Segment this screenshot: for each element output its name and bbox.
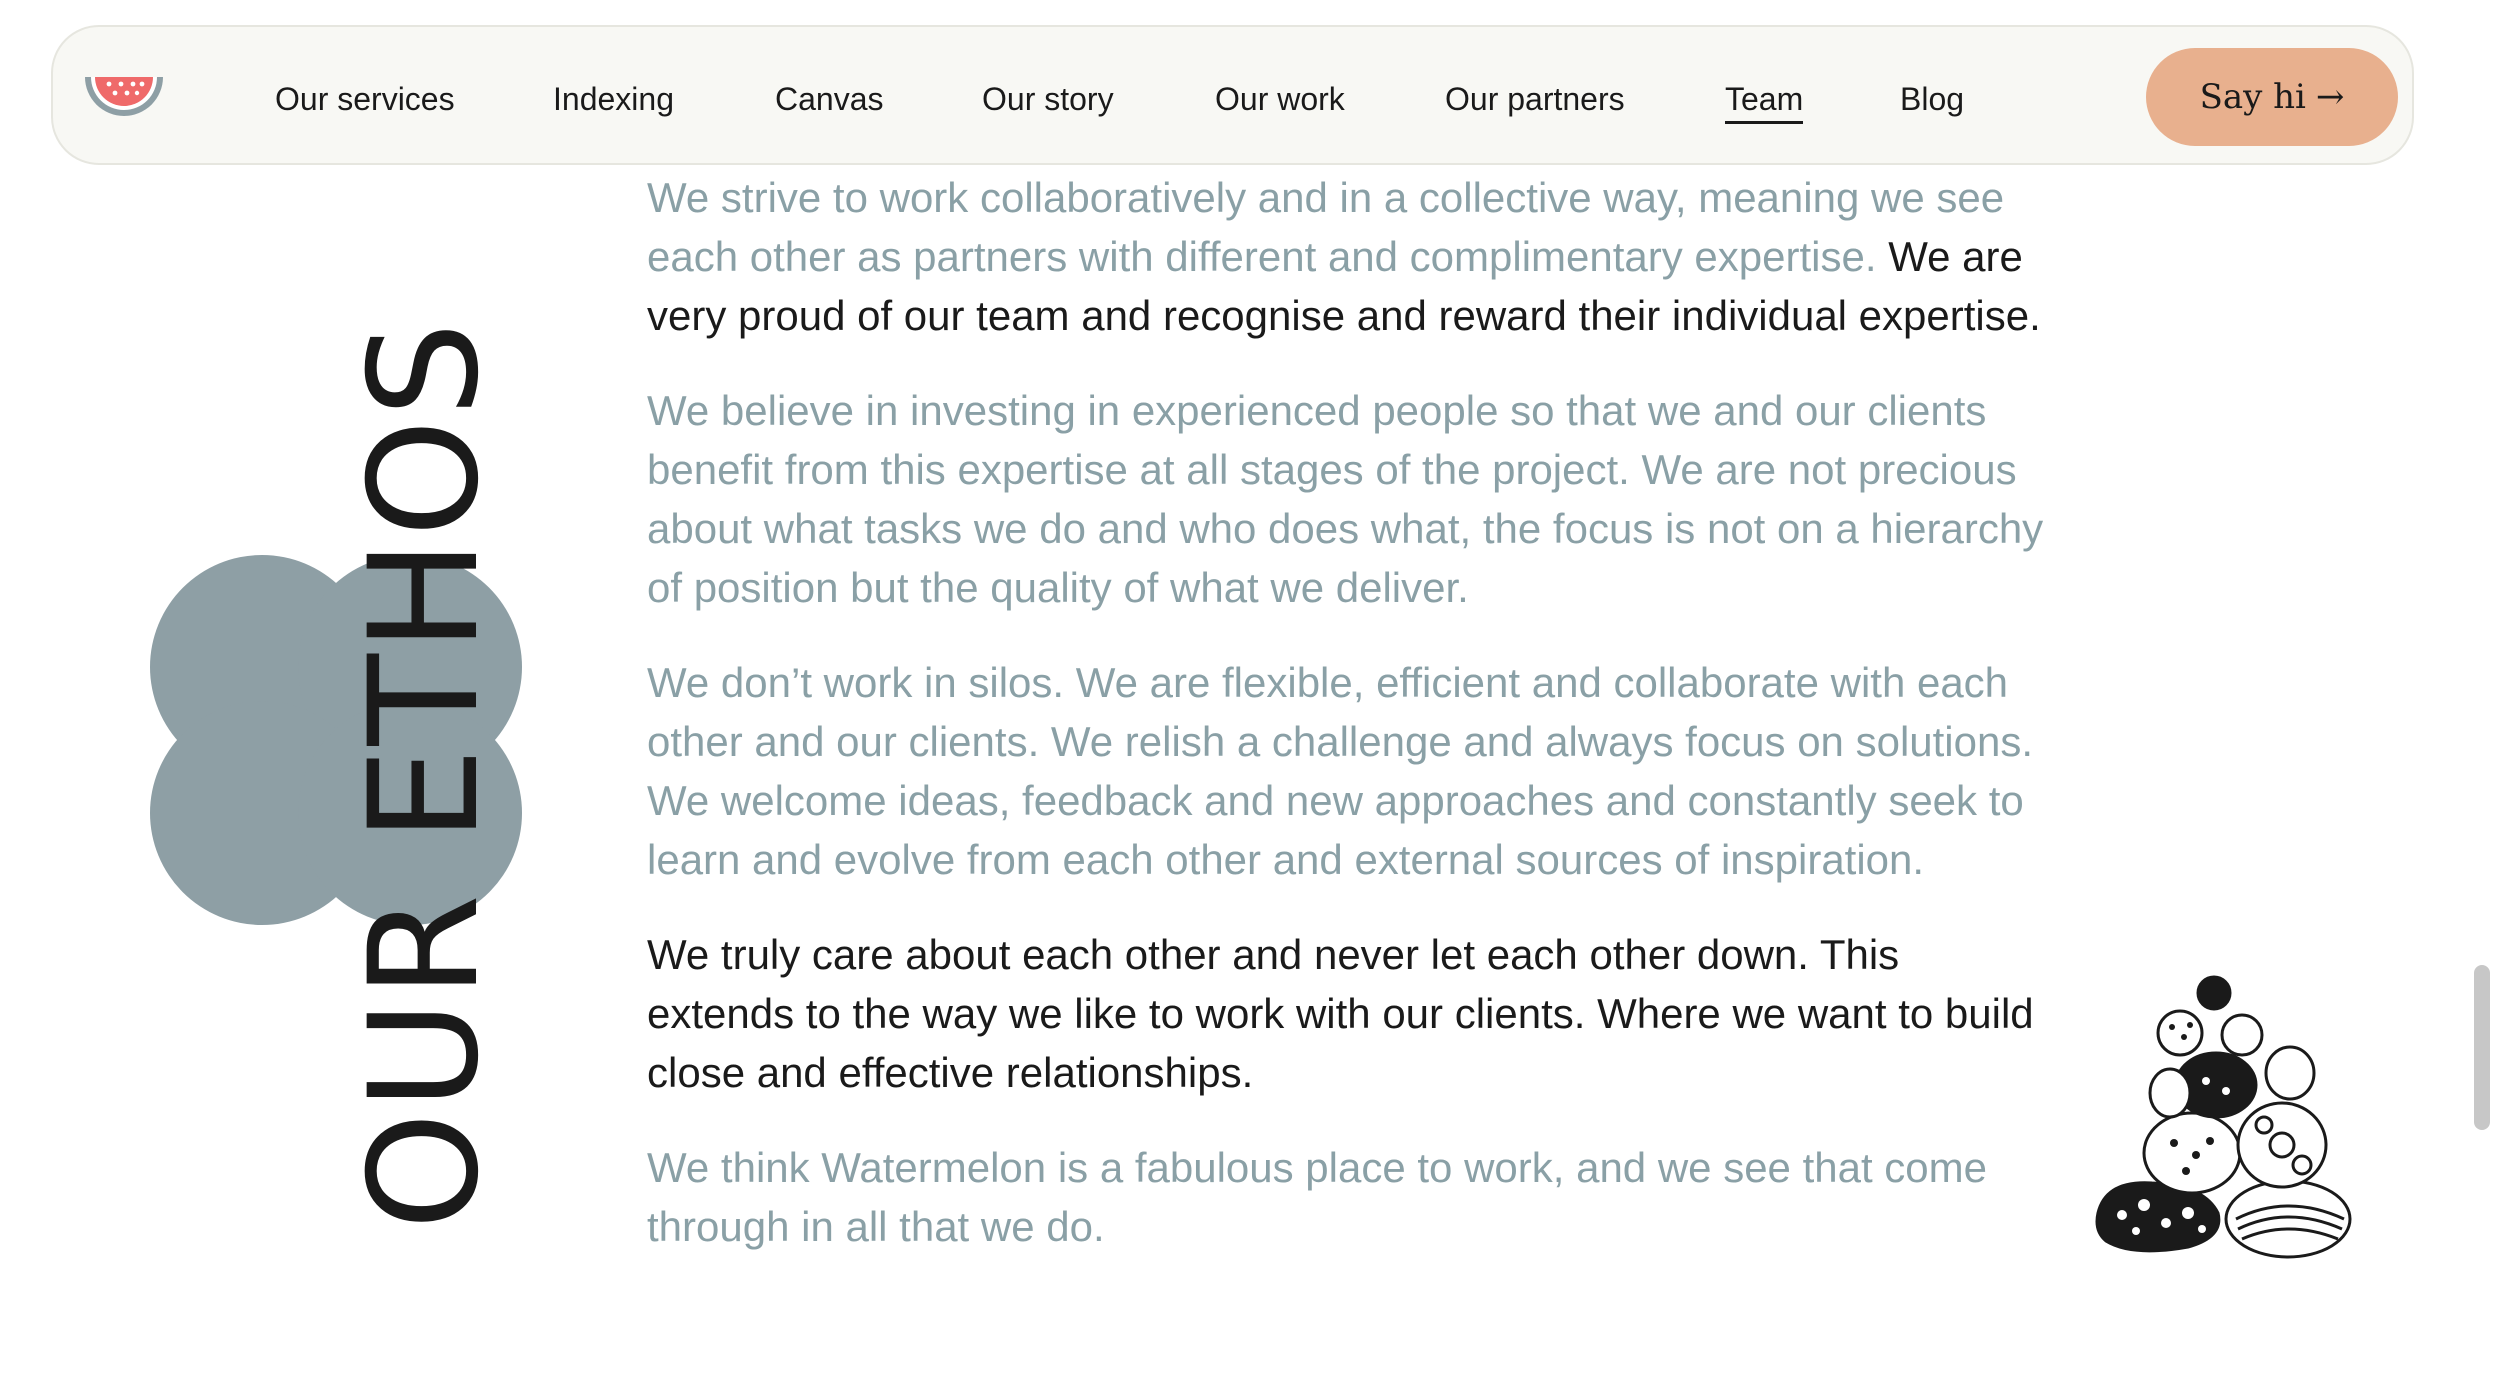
- nav-links: Our services Indexing Canvas Our story O…: [53, 27, 2412, 163]
- nav-link-our-partners[interactable]: Our partners: [1445, 79, 1625, 119]
- ethos-paragraph-2: We believe in investing in experienced p…: [647, 381, 2047, 617]
- ethos-paragraph-3: We don’t work in silos. We are flexible,…: [647, 653, 2047, 889]
- section-heading-wrap: OUR ETHOS: [338, 320, 512, 1230]
- nav-link-our-story[interactable]: Our story: [982, 79, 1114, 119]
- paragraph-emphasis-text: We truly care about each other and never…: [647, 931, 2034, 1096]
- nav-link-our-work[interactable]: Our work: [1215, 79, 1345, 119]
- top-navbar: Our services Indexing Canvas Our story O…: [51, 25, 2414, 165]
- paragraph-muted-text: We strive to work collaboratively and in…: [647, 174, 2005, 280]
- paragraph-muted-text: We don’t work in silos. We are flexible,…: [647, 659, 2034, 883]
- paragraph-muted-text: We believe in investing in experienced p…: [647, 387, 2044, 611]
- scrollbar-track[interactable]: [2470, 0, 2500, 1398]
- stacked-stones-icon: [2095, 975, 2352, 1259]
- paragraph-muted-text: We think Watermelon is a fabulous place …: [647, 1144, 1988, 1250]
- ethos-paragraph-5: We think Watermelon is a fabulous place …: [647, 1138, 2047, 1256]
- say-hi-label: Say hi: [2199, 77, 2306, 117]
- arrow-right-icon: →: [2315, 77, 2345, 117]
- nav-link-canvas[interactable]: Canvas: [775, 79, 884, 119]
- page: Our services Indexing Canvas Our story O…: [0, 0, 2500, 1398]
- ethos-paragraph-4: We truly care about each other and never…: [647, 925, 2047, 1102]
- nav-link-indexing[interactable]: Indexing: [553, 79, 674, 119]
- ethos-paragraph-1: We strive to work collaboratively and in…: [647, 168, 2047, 345]
- nav-link-our-services[interactable]: Our services: [275, 79, 455, 119]
- nav-link-team[interactable]: Team: [1725, 79, 1804, 124]
- nav-link-blog[interactable]: Blog: [1900, 79, 1964, 119]
- section-heading: OUR ETHOS: [338, 319, 512, 1231]
- ethos-copy: We strive to work collaboratively and in…: [647, 168, 2047, 1292]
- scrollbar-thumb[interactable]: [2474, 965, 2490, 1130]
- say-hi-button[interactable]: Say hi →: [2146, 48, 2398, 146]
